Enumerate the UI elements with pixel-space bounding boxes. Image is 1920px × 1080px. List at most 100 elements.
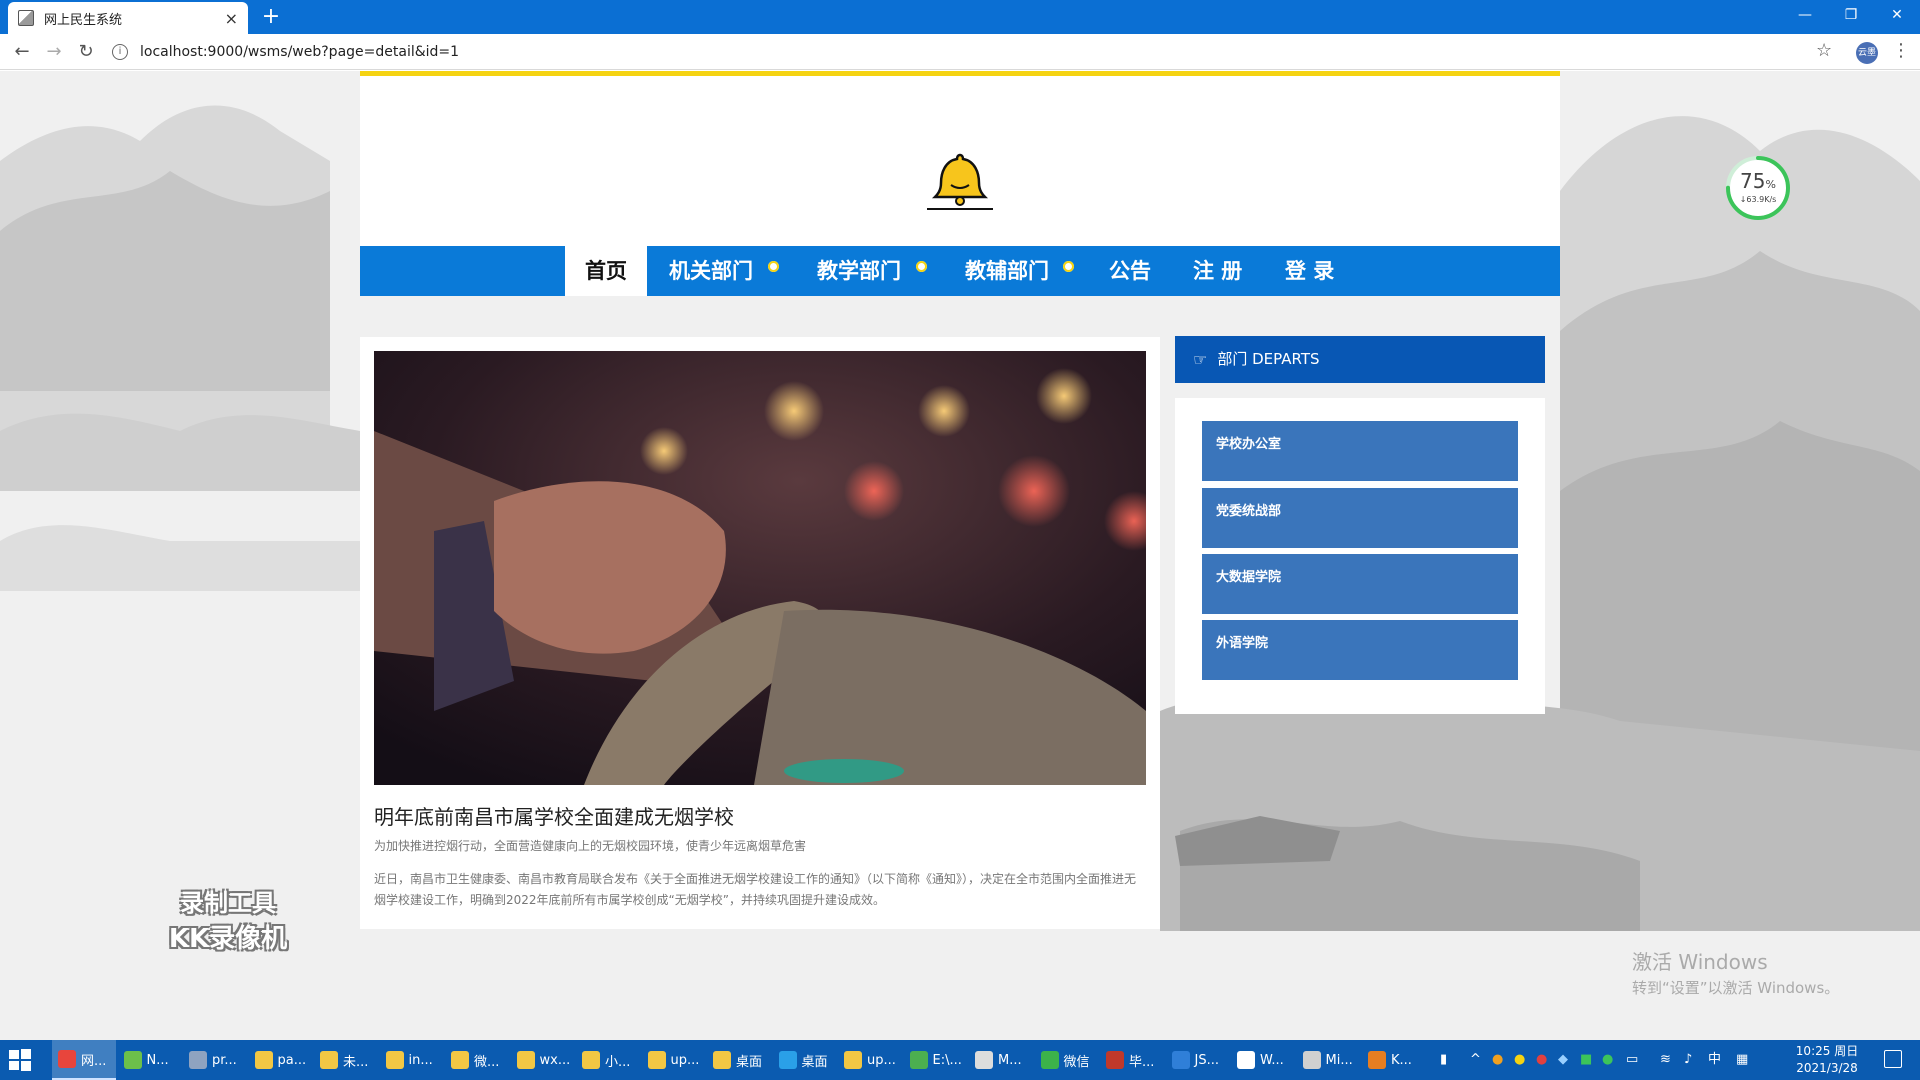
taskbar-app-button[interactable]: wx... [511,1040,575,1080]
restore-button[interactable]: ❐ [1828,0,1874,30]
browser-tab[interactable]: 网上民生系统 × [8,2,248,34]
display-icon[interactable]: ▭ [1626,1040,1638,1080]
taskbar-app-label: Mi... [1325,1052,1353,1068]
taskbar-app-button[interactable]: 小... [576,1040,640,1080]
windows-start-icon[interactable] [8,1048,32,1072]
taskbar-app-button[interactable]: 网... [52,1040,116,1080]
clock-time: 10:25 周日 [1795,1044,1859,1058]
taskbar-app-button[interactable]: 微信 [1035,1040,1099,1080]
departments-header-label: 部门 DEPARTS [1217,350,1320,368]
tab-close-icon[interactable]: × [225,9,238,28]
taskbar-app-button[interactable]: N... [118,1040,182,1080]
nav-item-teaching-departments[interactable]: 教学部门 [817,246,901,296]
department-button-school-office[interactable]: 学校办公室 [1202,421,1518,481]
taskbar-app-label: 微信 [1063,1054,1090,1070]
nav-item-home[interactable]: 首页 [565,246,647,296]
download-rate: ↓63.9K/s [1739,195,1777,204]
taskbar-app-button[interactable]: Mi... [1297,1040,1361,1080]
pointing-hand-icon: ☞ [1193,350,1208,369]
main-navigation: 首页 机关部门 教学部门 教辅部门 公告 注 册 登 录 [360,246,1560,296]
article-title[interactable]: 明年底前南昌市属学校全面建成无烟学校 [374,801,1146,830]
tray-app-icon[interactable]: ◆ [1558,1040,1568,1080]
tray-overflow-icon[interactable]: ^ [1470,1040,1481,1080]
clock-date: 2021/3/28 [1796,1061,1858,1075]
browser-toolbar: ← → ↻ i localhost:9000/wsms/web?page=det… [0,34,1920,70]
site-info-icon[interactable]: i [112,44,128,60]
taskbar-app-button[interactable]: E:\... [904,1040,968,1080]
department-label: 大数据学院 [1216,570,1282,585]
department-button-big-data[interactable]: 大数据学院 [1202,554,1518,614]
taskbar-app-label: 未... [343,1054,369,1070]
nav-item-announcements[interactable]: 公告 [1109,246,1151,296]
nav-item-login[interactable]: 登 录 [1285,246,1334,296]
taskbar-app-icon [1302,1051,1321,1069]
taskbar-app-button[interactable]: 微... [445,1040,509,1080]
watermark-line-1: 录制工具 [180,889,276,917]
ime-indicator[interactable]: 中 [1708,1040,1721,1080]
tray-app-icon[interactable]: ● [1536,1040,1547,1080]
activation-title: 激活 Windows [1632,950,1768,974]
taskbar-app-label: up... [670,1052,700,1068]
taskbar-app-button[interactable]: in... [380,1040,444,1080]
taskbar-app-button[interactable]: pr... [183,1040,247,1080]
bell-logo-icon[interactable] [925,151,995,211]
taskbar-app-button[interactable]: 桌面 [773,1040,837,1080]
taskbar-app-button[interactable]: 毕... [1100,1040,1164,1080]
nav-item-support-departments[interactable]: 教辅部门 [965,246,1049,296]
department-button-foreign-languages[interactable]: 外语学院 [1202,620,1518,680]
bookmark-star-icon[interactable]: ☆ [1816,40,1832,61]
taskbar-app-button[interactable]: W... [1231,1040,1295,1080]
departments-header: ☞ 部门 DEPARTS [1175,336,1545,383]
taskbar-app-icon [844,1051,862,1069]
watermark-line-2: KK录像机 [168,924,288,954]
minimize-button[interactable]: — [1782,0,1828,30]
department-label: 学校办公室 [1216,437,1282,452]
notification-center-icon[interactable] [1884,1050,1902,1068]
department-button-united-front[interactable]: 党委统战部 [1202,488,1518,548]
url-text[interactable]: localhost:9000/wsms/web?page=detail&id=1 [140,44,459,60]
system-clock[interactable]: 10:25 周日 2021/3/28 [1782,1043,1872,1077]
wechat-tray-icon[interactable]: ● [1602,1040,1613,1080]
taskbar-app-icon [451,1051,469,1069]
taskbar-app-button[interactable]: JS... [1166,1040,1230,1080]
browser-menu-icon[interactable]: ⋮ [1892,40,1910,61]
wifi-icon[interactable]: ≋ [1660,1040,1671,1080]
nav-item-register[interactable]: 注 册 [1193,246,1242,296]
taskbar-app-button[interactable]: 桌面 [707,1040,771,1080]
taskbar-app-button[interactable]: 未... [314,1040,378,1080]
article-hero-image[interactable] [374,351,1146,785]
nav-item-label: 教辅部门 [965,259,1049,283]
taskbar-app-icon [189,1051,207,1069]
taskbar-app-label: N... [146,1052,169,1068]
taskbar-app-button[interactable]: up... [642,1040,706,1080]
taskbar-app-icon [1368,1051,1386,1069]
nav-item-admin-departments[interactable]: 机关部门 [669,246,753,296]
profile-avatar[interactable]: 云墨 [1856,42,1878,64]
taskbar-app-label: JS... [1194,1052,1219,1068]
battery-icon[interactable]: ▮ [1440,1040,1447,1080]
taskbar-app-button[interactable]: K... [1362,1040,1426,1080]
address-bar[interactable]: i localhost:9000/wsms/web?page=detail&id… [112,38,1832,66]
tray-app-icon[interactable]: ● [1492,1040,1503,1080]
taskbar-app-button[interactable]: M... [969,1040,1033,1080]
taskbar-app-icon [1171,1051,1190,1069]
volume-icon[interactable]: ♪ [1684,1040,1692,1080]
new-tab-button[interactable]: + [258,4,284,30]
keyboard-icon[interactable]: ▦ [1736,1040,1748,1080]
taskbar-app-label: pr... [212,1052,237,1068]
tray-app-icon[interactable]: ■ [1580,1040,1592,1080]
taskbar-app-icon [385,1051,404,1069]
department-label: 外语学院 [1216,636,1269,651]
taskbar-app-button[interactable]: up... [838,1040,902,1080]
taskbar-app-icon [58,1050,76,1068]
taskbar-app-button[interactable]: pa... [249,1040,313,1080]
network-speed-widget[interactable]: 75% ↓63.9K/s [1725,155,1791,221]
nav-item-label: 机关部门 [669,259,753,283]
taskbar-app-icon [713,1051,731,1069]
tray-app-icon[interactable]: ● [1514,1040,1525,1080]
close-window-button[interactable]: ✕ [1874,0,1920,30]
reload-icon[interactable]: ↻ [74,40,98,64]
taskbar-app-icon [1040,1051,1059,1069]
forward-arrow-icon[interactable]: → [42,40,66,64]
back-arrow-icon[interactable]: ← [10,40,34,64]
